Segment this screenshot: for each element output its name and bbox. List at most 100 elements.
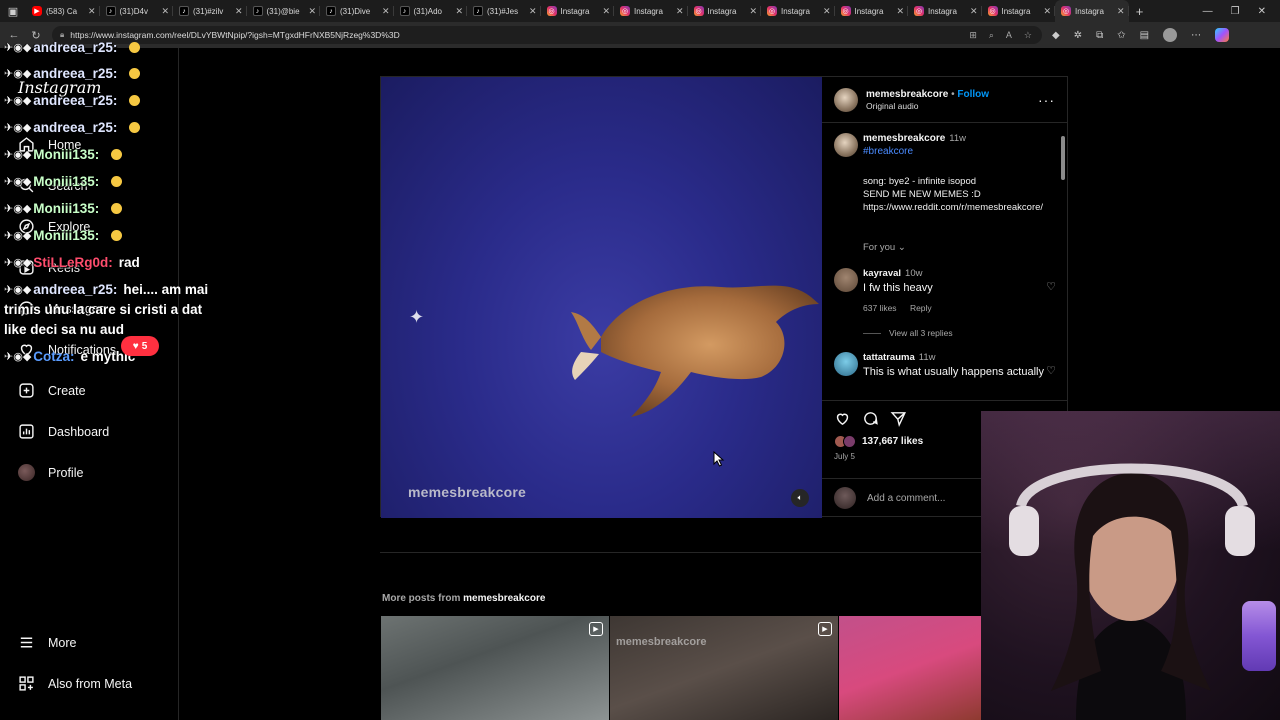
comment-bubble-icon[interactable] <box>862 410 879 432</box>
post-actions <box>834 410 907 432</box>
browser-tab[interactable]: ◎ Instagra ✕ <box>688 0 762 22</box>
close-tab-icon[interactable]: ✕ <box>823 6 831 17</box>
maximize-icon[interactable]: ❐ <box>1231 6 1240 17</box>
comment-username[interactable]: tattatrauma <box>863 352 915 363</box>
audio-toggle-button[interactable]: 🔈︎ <box>791 489 809 507</box>
caption-username[interactable]: memesbreakcore <box>863 133 945 144</box>
browser-profile-avatar[interactable] <box>1163 28 1178 42</box>
url-input[interactable]: 🔒︎ https://www.instagram.com/reel/DLvYBW… <box>52 26 1042 44</box>
author-line: memesbreakcore • Follow <box>866 89 989 100</box>
caption-link[interactable]: https://www.reddit.com/r/memesbreakcore/ <box>863 201 1053 214</box>
sidebar-item-profile[interactable]: Profile <box>18 464 83 481</box>
browser-tab[interactable]: ♪ (31)Dive ✕ <box>320 0 394 22</box>
chat-message: ✈◉◆ Moniii135: <box>4 174 123 189</box>
close-tab-icon[interactable]: ✕ <box>529 6 537 17</box>
more-options-icon[interactable]: ··· <box>1038 92 1055 108</box>
zoom-icon[interactable]: ⌕ <box>989 30 994 41</box>
new-tab-button[interactable]: + <box>1129 0 1151 22</box>
extension-icon[interactable]: ◆ <box>1052 30 1060 41</box>
close-tab-icon[interactable]: ✕ <box>308 6 316 17</box>
like-comment-heart-icon[interactable]: ♡ <box>1046 280 1056 293</box>
browser-tab[interactable]: ◎ Instagra ✕ <box>982 0 1056 22</box>
close-tab-icon[interactable]: ✕ <box>88 6 96 17</box>
follow-button[interactable]: Follow <box>957 89 989 100</box>
split-screen-icon[interactable]: ⧉ <box>1096 30 1103 41</box>
close-window-icon[interactable]: ✕ <box>1258 6 1266 17</box>
add-comment-input[interactable]: Add a comment... <box>867 493 945 504</box>
close-tab-icon[interactable]: ✕ <box>896 6 904 17</box>
puzzle-extensions-icon[interactable]: ✲ <box>1074 30 1082 41</box>
browser-tab[interactable]: ♪ (31)@bie ✕ <box>247 0 321 22</box>
favorite-star-icon[interactable]: ☆ <box>1024 30 1032 41</box>
app-available-icon[interactable]: ⊞ <box>969 30 977 41</box>
browser-tab[interactable]: ◎ Instagra ✕ <box>614 0 688 22</box>
caption-author-avatar[interactable] <box>834 133 858 157</box>
caption-hashtag[interactable]: #breakcore <box>863 146 966 157</box>
close-tab-icon[interactable]: ✕ <box>161 6 169 17</box>
chat-message: ✈◉◆ andreea_r25: <box>4 40 141 55</box>
browser-tab[interactable]: ♪ (31)D4v ✕ <box>100 0 174 22</box>
chat-message: ✈◉◆ Moniii135: <box>4 201 123 216</box>
heart-icon: ♥ <box>132 340 139 352</box>
like-heart-icon[interactable] <box>834 410 851 432</box>
view-replies-button[interactable]: View all 3 replies <box>863 328 953 338</box>
author-username[interactable]: memesbreakcore <box>866 89 948 100</box>
reel-video[interactable]: ✦ memesbreakcore 🔈︎ <box>381 77 822 518</box>
comments-scrollbar[interactable] <box>1061 136 1065 180</box>
likes-count[interactable]: 137,667 likes <box>834 435 923 448</box>
browser-tab[interactable]: ♪ (31)#zilv ✕ <box>173 0 247 22</box>
tab-strip: ▶ (583) Ca ✕ ♪ (31)D4v ✕ ♪ (31)#zilv ✕ ♪ (31)@bie ✕… <box>26 0 1129 22</box>
sidebar-item-more[interactable]: More <box>18 634 76 651</box>
close-tab-icon[interactable]: ✕ <box>1117 6 1125 17</box>
close-tab-icon[interactable]: ✕ <box>749 6 757 17</box>
author-avatar[interactable] <box>834 87 858 112</box>
close-tab-icon[interactable]: ✕ <box>235 6 243 17</box>
chat-username: andreea_r25: <box>33 93 118 108</box>
instagram-icon: ◎ <box>693 6 704 16</box>
close-tab-icon[interactable]: ✕ <box>382 6 390 17</box>
sidebar-item-dashboard[interactable]: Dashboard <box>18 423 109 440</box>
browser-tab[interactable]: ♪ (31)#Jes ✕ <box>467 0 541 22</box>
audio-link[interactable]: Original audio <box>866 101 989 111</box>
browser-tab[interactable]: ◎ Instagra ✕ <box>761 0 835 22</box>
favorites-icon[interactable]: ✩ <box>1117 30 1125 41</box>
settings-more-icon[interactable]: ⋯ <box>1191 30 1201 41</box>
minimize-icon[interactable]: — <box>1203 6 1213 17</box>
collections-icon[interactable]: ▤ <box>1140 30 1149 41</box>
more-post-thumbnail[interactable] <box>839 616 981 720</box>
close-tab-icon[interactable]: ✕ <box>1043 6 1051 17</box>
for-you-dropdown[interactable]: For you ⌄ <box>863 242 906 253</box>
comment-username[interactable]: kayraval <box>863 268 901 279</box>
comments-section[interactable]: memesbreakcore 11w #breakcore song: bye2 … <box>822 124 1067 401</box>
sidebar-item-also-from-meta[interactable]: Also from Meta <box>18 675 132 692</box>
share-send-icon[interactable] <box>890 410 907 432</box>
emoji-emote-icon <box>129 42 141 53</box>
like-comment-heart-icon[interactable]: ♡ <box>1046 364 1056 377</box>
close-tab-icon[interactable]: ✕ <box>455 6 463 17</box>
copilot-icon[interactable] <box>1215 28 1230 42</box>
more-post-thumbnail[interactable]: memesbreakcore ▶ <box>610 616 838 720</box>
sidebar-item-create[interactable]: Create <box>18 382 86 399</box>
read-aloud-icon[interactable]: A <box>1006 30 1012 41</box>
tiktok-icon: ♪ <box>399 6 410 16</box>
comment-likes[interactable]: 637 likes <box>863 303 897 313</box>
commenter-avatar[interactable] <box>834 352 858 376</box>
reply-button[interactable]: Reply <box>910 303 932 313</box>
close-tab-icon[interactable]: ✕ <box>676 6 684 17</box>
commenter-avatar[interactable] <box>834 268 858 292</box>
close-tab-icon[interactable]: ✕ <box>970 6 978 17</box>
browser-tab[interactable]: ◎ Instagra ✕ <box>908 0 982 22</box>
more-posts-username[interactable]: memesbreakcore <box>463 593 545 604</box>
lock-icon: 🔒︎ <box>60 30 65 39</box>
browser-tab[interactable]: ♪ (31)Ado ✕ <box>394 0 468 22</box>
window-menu-icon[interactable]: ▣ <box>0 0 26 22</box>
separator-dot: • <box>951 88 955 100</box>
reel-badge-icon: ▶ <box>589 622 603 636</box>
browser-tab[interactable]: ◎ Instagra ✕ <box>835 0 909 22</box>
chat-badges-icon: ✈◉◆ <box>4 284 32 296</box>
browser-tab[interactable]: ▶ (583) Ca ✕ <box>26 0 100 22</box>
more-post-thumbnail[interactable]: ▶ <box>381 616 609 720</box>
close-tab-icon[interactable]: ✕ <box>602 6 610 17</box>
browser-tab[interactable]: ◎ Instagra ✕ <box>1055 0 1129 22</box>
browser-tab[interactable]: ◎ Instagra ✕ <box>541 0 615 22</box>
